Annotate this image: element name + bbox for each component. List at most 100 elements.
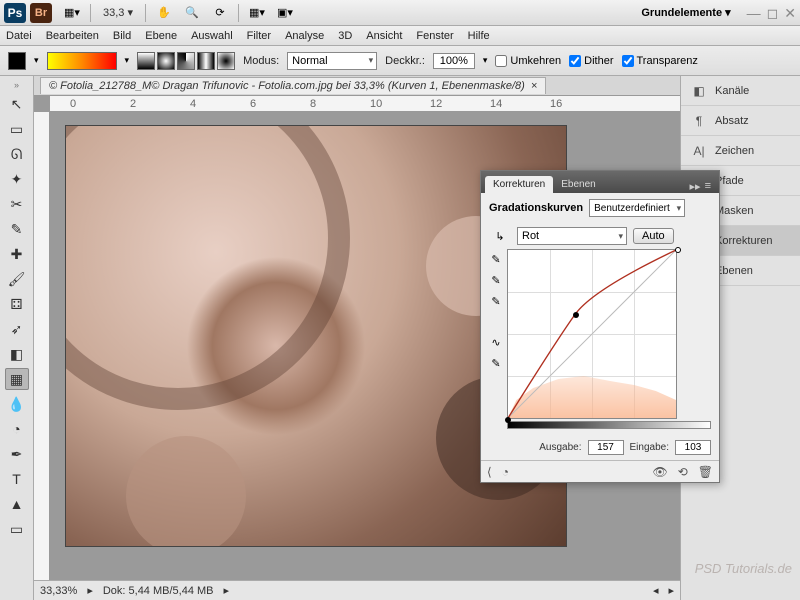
status-doc-info[interactable]: Dok: 5,44 MB/5,44 MB bbox=[103, 585, 214, 597]
curves-preset-select[interactable]: Benutzerdefiniert bbox=[589, 199, 685, 217]
marquee-tool-icon[interactable]: ▭ bbox=[5, 118, 29, 140]
type-tool-icon[interactable]: T bbox=[5, 468, 29, 490]
panel-tab-strip[interactable]: Korrekturen Ebenen ▸▸ ≡ bbox=[481, 171, 719, 193]
reset-icon[interactable]: ⟲ bbox=[678, 465, 688, 479]
app-icon-photoshop[interactable]: Ps bbox=[4, 3, 26, 23]
toolbox-grip-icon[interactable]: » bbox=[14, 80, 19, 90]
panel-character[interactable]: A|Zeichen bbox=[681, 136, 800, 166]
clip-icon[interactable]: ◔ bbox=[502, 465, 509, 479]
sampler-icon[interactable]: ↳ bbox=[489, 230, 511, 243]
stamp-tool-icon[interactable]: ⚃ bbox=[5, 293, 29, 315]
auto-button[interactable]: Auto bbox=[633, 228, 674, 244]
blur-tool-icon[interactable]: 💧 bbox=[5, 393, 29, 415]
eyedropper-gray-icon[interactable]: ✎ bbox=[491, 274, 500, 287]
app-icon-bridge[interactable]: Br bbox=[30, 3, 52, 23]
document-tab[interactable]: © Fotolia_212788_M© Dragan Trifunovic - … bbox=[40, 77, 546, 94]
eyedropper-white-icon[interactable]: ✎ bbox=[491, 295, 500, 308]
tab-close-icon[interactable]: × bbox=[531, 80, 537, 92]
opacity-input[interactable] bbox=[433, 53, 475, 69]
radial-gradient-icon[interactable] bbox=[157, 52, 175, 70]
reverse-checkbox[interactable]: Umkehren bbox=[495, 55, 561, 67]
scroll-left-icon[interactable]: ◂ bbox=[653, 584, 659, 597]
output-value-input[interactable] bbox=[588, 440, 624, 455]
lasso-tool-icon[interactable]: ᘏ bbox=[5, 143, 29, 165]
tab-adjustments[interactable]: Korrekturen bbox=[485, 176, 553, 193]
menu-file[interactable]: Datei bbox=[6, 30, 32, 42]
tool-preset-icon[interactable] bbox=[8, 52, 26, 70]
workspace-switcher[interactable]: Grundelemente ▾ bbox=[641, 6, 730, 19]
panel-channels[interactable]: ◧Kanäle bbox=[681, 76, 800, 106]
eyedropper-black-icon[interactable]: ✎ bbox=[491, 253, 500, 266]
curve-edit-icon[interactable]: ∿ bbox=[491, 336, 500, 349]
move-tool-icon[interactable]: ↖ bbox=[5, 93, 29, 115]
back-icon[interactable]: ⟨ bbox=[487, 465, 492, 479]
menu-help[interactable]: Hilfe bbox=[468, 30, 490, 42]
dodge-tool-icon[interactable]: ◔ bbox=[5, 418, 29, 440]
chevron-right-icon[interactable]: ▸ bbox=[224, 584, 230, 597]
minimize-icon[interactable]: — bbox=[747, 6, 761, 20]
zoom-level-display[interactable]: 33,3 ▾ bbox=[103, 6, 133, 19]
maximize-icon[interactable]: ◻ bbox=[767, 6, 779, 20]
panel-menu-icon[interactable]: ≡ bbox=[705, 180, 711, 193]
hand-tool-icon[interactable]: ✋ bbox=[151, 3, 177, 23]
zoom-tool-icon[interactable]: 🔍 bbox=[179, 3, 205, 23]
chevron-down-icon[interactable]: ▾ bbox=[125, 55, 130, 66]
visibility-icon[interactable]: 👁 bbox=[652, 465, 667, 479]
curves-title: Gradationskurven bbox=[489, 202, 583, 214]
chevron-right-icon[interactable]: ▸ bbox=[87, 584, 93, 597]
heal-tool-icon[interactable]: ✚ bbox=[5, 243, 29, 265]
curves-graph[interactable] bbox=[507, 249, 677, 419]
linear-gradient-icon[interactable] bbox=[137, 52, 155, 70]
menu-view[interactable]: Ansicht bbox=[366, 30, 402, 42]
angle-gradient-icon[interactable] bbox=[177, 52, 195, 70]
path-select-icon[interactable]: ▲ bbox=[5, 493, 29, 515]
layout-dropdown-icon[interactable]: ▦▾ bbox=[59, 3, 85, 23]
eyedropper-tool-icon[interactable]: ✎ bbox=[5, 218, 29, 240]
ruler-vertical[interactable] bbox=[34, 112, 50, 580]
menu-layer[interactable]: Ebene bbox=[145, 30, 177, 42]
input-value-input[interactable] bbox=[675, 440, 711, 455]
status-zoom[interactable]: 33,33% bbox=[40, 585, 77, 597]
menu-select[interactable]: Auswahl bbox=[191, 30, 233, 42]
delete-icon[interactable]: 🗑 bbox=[698, 465, 713, 479]
curve-point-shadow[interactable] bbox=[505, 417, 511, 423]
scroll-right-icon[interactable]: ▸ bbox=[668, 584, 674, 597]
blend-mode-select[interactable]: Normal bbox=[287, 52, 377, 70]
menu-edit[interactable]: Bearbeiten bbox=[46, 30, 99, 42]
menu-analysis[interactable]: Analyse bbox=[285, 30, 324, 42]
menu-window[interactable]: Fenster bbox=[416, 30, 453, 42]
reflected-gradient-icon[interactable] bbox=[197, 52, 215, 70]
gradient-tool-icon[interactable]: ▦ bbox=[5, 368, 29, 390]
rotate-view-icon[interactable]: ⟳ bbox=[207, 3, 233, 23]
ruler-horizontal[interactable]: 0 2 4 6 8 10 12 14 16 bbox=[50, 96, 680, 112]
gradient-preview[interactable] bbox=[47, 52, 117, 70]
menu-3d[interactable]: 3D bbox=[338, 30, 352, 42]
chevron-down-icon[interactable]: ▾ bbox=[483, 55, 488, 66]
dither-checkbox[interactable]: Dither bbox=[569, 55, 613, 67]
menu-filter[interactable]: Filter bbox=[247, 30, 271, 42]
document-tab-title: © Fotolia_212788_M© Dragan Trifunovic - … bbox=[49, 80, 525, 92]
curve-point-highlight[interactable] bbox=[675, 247, 681, 253]
diamond-gradient-icon[interactable] bbox=[217, 52, 235, 70]
eraser-tool-icon[interactable]: ◧ bbox=[5, 343, 29, 365]
screen-mode-icon[interactable]: ▣▾ bbox=[272, 3, 298, 23]
pen-tool-icon[interactable]: ✒ bbox=[5, 443, 29, 465]
brush-tool-icon[interactable]: 🖌 bbox=[5, 268, 29, 290]
pencil-edit-icon[interactable]: ✎ bbox=[491, 357, 500, 370]
transparency-checkbox[interactable]: Transparenz bbox=[622, 55, 698, 67]
close-icon[interactable]: ✕ bbox=[784, 6, 796, 20]
history-brush-icon[interactable]: ➶ bbox=[5, 318, 29, 340]
panel-paragraph[interactable]: ¶Absatz bbox=[681, 106, 800, 136]
tab-layers[interactable]: Ebenen bbox=[553, 176, 603, 193]
shape-tool-icon[interactable]: ▭ bbox=[5, 518, 29, 540]
chevron-down-icon[interactable]: ▾ bbox=[34, 55, 39, 66]
input-gradient-strip[interactable] bbox=[507, 421, 711, 429]
arrange-docs-icon[interactable]: ▦▾ bbox=[244, 3, 270, 23]
menu-image[interactable]: Bild bbox=[113, 30, 131, 42]
collapse-icon[interactable]: ▸▸ bbox=[690, 180, 701, 193]
wand-tool-icon[interactable]: ✦ bbox=[5, 168, 29, 190]
channel-select[interactable]: Rot bbox=[517, 227, 627, 245]
channels-icon: ◧ bbox=[691, 84, 707, 98]
curve-point-active[interactable] bbox=[573, 312, 579, 318]
crop-tool-icon[interactable]: ✂ bbox=[5, 193, 29, 215]
